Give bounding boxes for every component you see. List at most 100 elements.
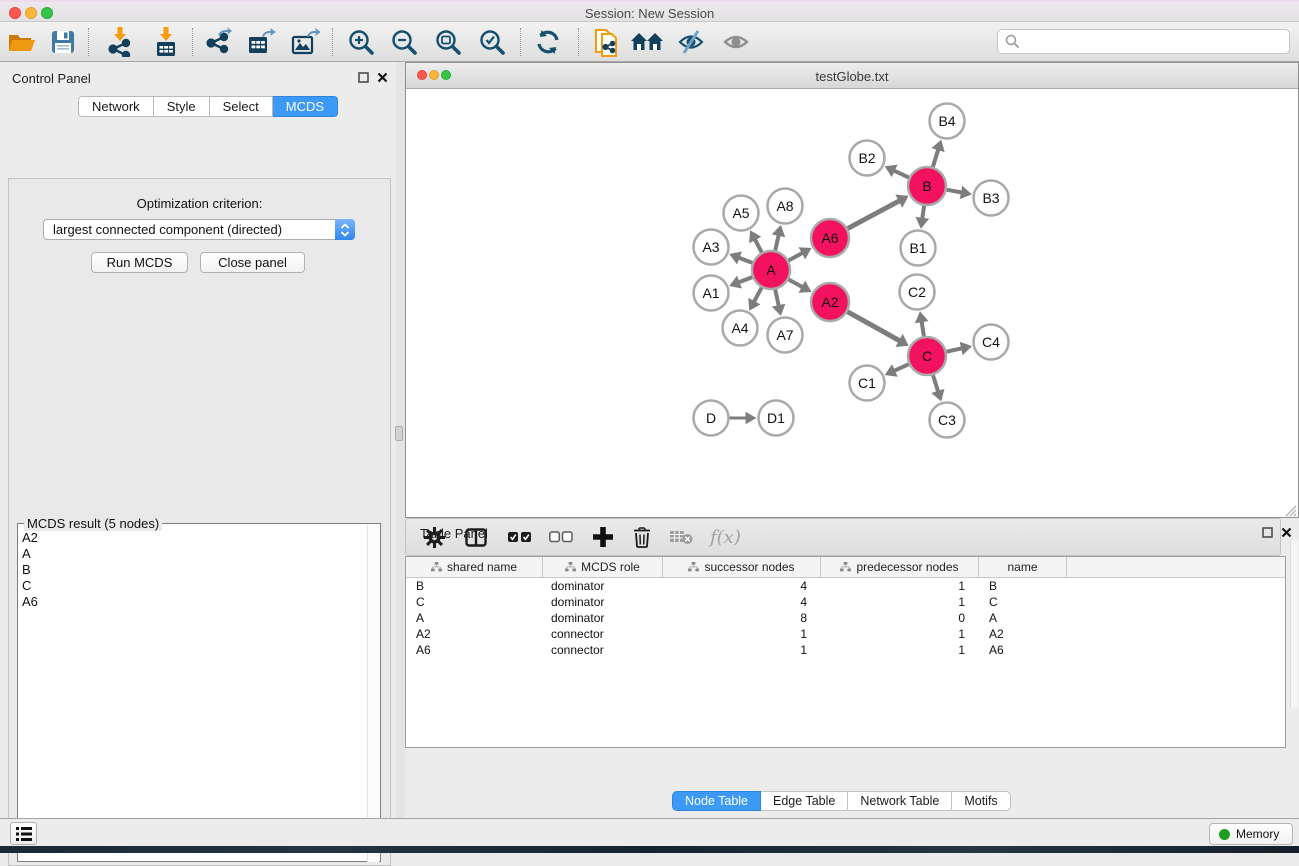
graph-edge-A-A2[interactable] <box>789 280 804 288</box>
graph-edge-A-A7[interactable] <box>775 290 779 308</box>
float-panel-icon[interactable] <box>358 72 369 83</box>
task-history-button[interactable] <box>10 822 37 845</box>
graph-node-A5[interactable]: A5 <box>724 196 759 231</box>
graph-edge-B-B3[interactable] <box>947 190 963 193</box>
graph-edge-A6-B[interactable] <box>848 200 901 228</box>
graph-node-D[interactable]: D <box>694 401 729 436</box>
graph-edge-C-C1[interactable] <box>893 364 909 371</box>
zoom-selected-button[interactable] <box>475 26 509 58</box>
graph-edge-A-A5[interactable] <box>754 238 761 252</box>
tab-node-table[interactable]: Node Table <box>672 791 761 811</box>
graph-edge-A-A3[interactable] <box>738 257 753 263</box>
graph-node-B[interactable]: B <box>908 167 946 205</box>
graph-node-B4[interactable]: B4 <box>930 104 965 139</box>
export-network-button[interactable] <box>201 26 235 58</box>
graph-node-B3[interactable]: B3 <box>974 181 1009 216</box>
graph-node-D1[interactable]: D1 <box>759 401 794 436</box>
import-table-button[interactable] <box>149 26 183 58</box>
graph-node-A6[interactable]: A6 <box>811 219 849 257</box>
table-row[interactable]: A dominator 8 0 A <box>406 610 1285 626</box>
open-session-button[interactable] <box>5 26 39 58</box>
graph-edge-C-C3[interactable] <box>933 375 939 393</box>
optimization-criterion-select[interactable]: largest connected component (directed) <box>43 219 355 240</box>
import-network-button[interactable] <box>103 26 137 58</box>
close-panel-icon[interactable] <box>1281 527 1292 538</box>
graph-edge-A-A4[interactable] <box>753 288 761 303</box>
new-network-button[interactable] <box>590 26 624 58</box>
show-all-button[interactable] <box>630 26 664 58</box>
network-canvas[interactable]: AA1A2A3A4A5A6A7A8BB1B2B3B4CC1C2C3C4DD1 <box>406 89 1298 517</box>
graph-edge-B-B4[interactable] <box>933 148 939 167</box>
graph-edge-B-B2[interactable] <box>893 170 909 177</box>
column-header-predecessor-nodes[interactable]: predecessor nodes <box>821 557 979 577</box>
mcds-result-item[interactable]: C <box>22 578 38 594</box>
tab-edge-table[interactable]: Edge Table <box>761 791 848 811</box>
select-all-checkboxes-icon[interactable] <box>508 531 532 543</box>
search-field[interactable] <box>997 29 1290 54</box>
graph-node-B2[interactable]: B2 <box>850 141 885 176</box>
table-row[interactable]: C dominator 4 1 C <box>406 594 1285 610</box>
column-header-successor-nodes[interactable]: successor nodes <box>663 557 821 577</box>
zoom-fit-button[interactable] <box>431 26 465 58</box>
mcds-result-item[interactable]: A2 <box>22 530 38 546</box>
zoom-out-button[interactable] <box>387 26 421 58</box>
graph-node-B1[interactable]: B1 <box>901 231 936 266</box>
tab-style[interactable]: Style <box>154 96 210 117</box>
graph-node-A[interactable]: A <box>752 251 790 289</box>
mcds-result-item[interactable]: B <box>22 562 38 578</box>
table-row[interactable]: A6 connector 1 1 A6 <box>406 642 1285 658</box>
close-panel-button[interactable]: Close panel <box>200 252 305 273</box>
hide-selected-button[interactable] <box>674 26 708 58</box>
float-panel-icon[interactable] <box>1262 527 1273 538</box>
tab-select[interactable]: Select <box>210 96 273 117</box>
mcds-result-item[interactable]: A <box>22 546 38 562</box>
table-row[interactable]: B dominator 4 1 B <box>406 578 1285 594</box>
tab-motifs[interactable]: Motifs <box>952 791 1010 811</box>
graph-edge-A-A8[interactable] <box>775 234 779 251</box>
show-selected-button[interactable] <box>719 26 753 58</box>
mcds-result-scrollbar[interactable] <box>367 525 379 862</box>
graph-node-A4[interactable]: A4 <box>723 311 758 346</box>
graph-node-C4[interactable]: C4 <box>974 325 1009 360</box>
graph-node-C2[interactable]: C2 <box>900 275 935 310</box>
export-image-button[interactable] <box>288 26 322 58</box>
resize-grip-icon[interactable] <box>1282 502 1297 517</box>
graph-edge-A-A1[interactable] <box>738 277 753 283</box>
select-stepper[interactable] <box>335 219 355 240</box>
column-header-shared-name[interactable]: shared name <box>406 557 543 577</box>
graph-node-A7[interactable]: A7 <box>768 318 803 353</box>
graph-node-C[interactable]: C <box>908 337 946 375</box>
search-input[interactable] <box>1020 34 1270 49</box>
graph-edge-A-A6[interactable] <box>789 252 804 260</box>
vertical-divider-grip[interactable] <box>395 426 403 441</box>
function-builder-icon[interactable]: f(x) <box>710 527 741 548</box>
mcds-result-item[interactable]: A6 <box>22 594 38 610</box>
run-mcds-button[interactable]: Run MCDS <box>91 252 188 273</box>
graph-edge-C-C2[interactable] <box>921 320 924 336</box>
delete-column-trash-icon[interactable] <box>633 527 651 548</box>
column-header-mcds-role[interactable]: MCDS role <box>543 557 663 577</box>
tab-network[interactable]: Network <box>78 96 154 117</box>
table-row[interactable]: A2 connector 1 1 A2 <box>406 626 1285 642</box>
column-header-name[interactable]: name <box>979 557 1067 577</box>
add-column-plus-icon[interactable] <box>593 527 613 547</box>
zoom-in-button[interactable] <box>344 26 378 58</box>
save-session-button[interactable] <box>46 26 80 58</box>
deselect-all-checkboxes-icon[interactable] <box>549 531 573 543</box>
tab-network-table[interactable]: Network Table <box>848 791 952 811</box>
graph-node-A1[interactable]: A1 <box>694 276 729 311</box>
memory-button[interactable]: Memory <box>1209 823 1293 845</box>
delete-table-icon[interactable] <box>670 529 693 545</box>
close-panel-icon[interactable] <box>377 72 388 83</box>
graph-node-A2[interactable]: A2 <box>811 283 849 321</box>
graph-node-C3[interactable]: C3 <box>930 403 965 438</box>
refresh-layout-button[interactable] <box>531 26 565 58</box>
graph-node-A8[interactable]: A8 <box>768 189 803 224</box>
export-table-button[interactable] <box>244 26 278 58</box>
graph-edge-A2-C[interactable] <box>847 312 900 342</box>
graph-node-C1[interactable]: C1 <box>850 366 885 401</box>
graph-edge-C-C4[interactable] <box>947 348 964 352</box>
network-window-titlebar[interactable]: testGlobe.txt <box>406 63 1298 89</box>
graph-edge-B-B1[interactable] <box>922 206 924 220</box>
table-scrollbar[interactable] <box>1290 540 1298 708</box>
